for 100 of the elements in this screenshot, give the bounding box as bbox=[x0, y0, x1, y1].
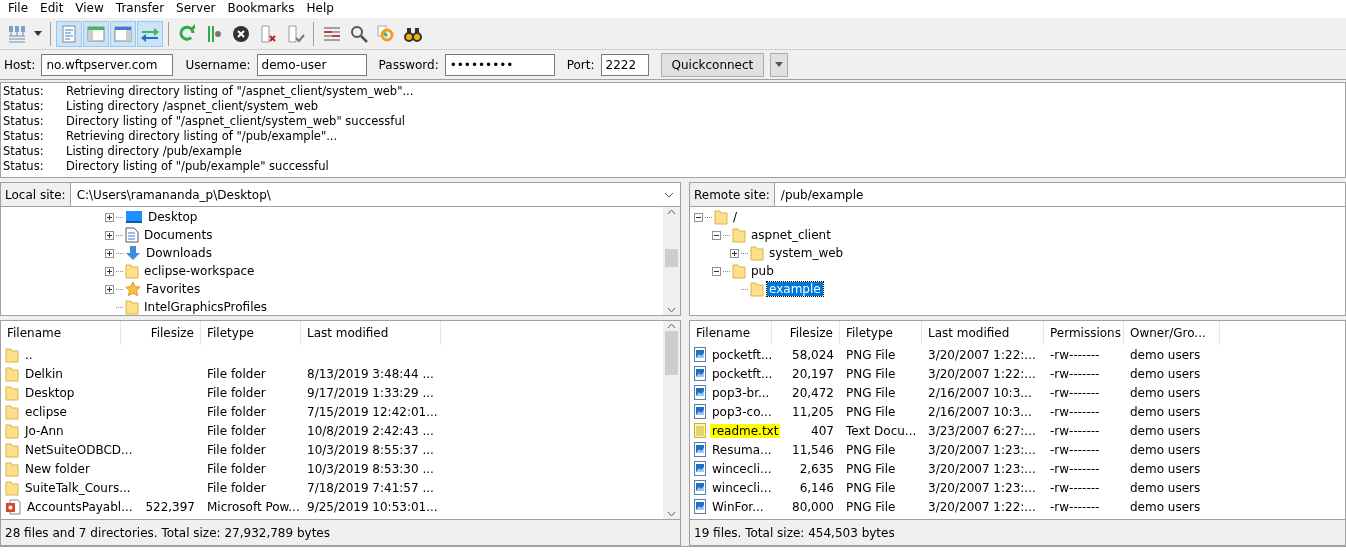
file-name[interactable]: eclipse bbox=[23, 404, 69, 419]
scroll-down-icon[interactable] bbox=[667, 511, 676, 517]
table-cell-text: 10/3/2019 8:53:30 ... bbox=[306, 461, 435, 476]
table-cell-text: 11,546 bbox=[791, 442, 835, 457]
menu-item[interactable]: Help bbox=[300, 0, 340, 18]
table-cell-text: 10/8/2019 2:42:43 ... bbox=[306, 423, 435, 438]
field-label: Password: bbox=[378, 57, 439, 72]
collapse-icon[interactable] bbox=[712, 266, 721, 276]
quickconnect-button[interactable]: Quickconnect bbox=[660, 52, 765, 77]
tree-item[interactable]: aspnet_client bbox=[749, 228, 833, 242]
column-header[interactable]: Filesize bbox=[121, 321, 201, 345]
log-message: Listing directory /aspnet_client/system_web bbox=[66, 99, 319, 114]
cancel-icon bbox=[231, 23, 251, 44]
file-name[interactable]: WinFor... bbox=[710, 499, 766, 514]
scroll-thumb[interactable] bbox=[665, 249, 678, 267]
menu-item[interactable]: Edit bbox=[34, 0, 70, 18]
scroll-up-icon[interactable] bbox=[667, 323, 676, 329]
image-file-icon bbox=[694, 442, 706, 457]
tree-item[interactable]: Favorites bbox=[144, 282, 203, 296]
sync-icon bbox=[376, 23, 396, 44]
tree-item[interactable]: Documents bbox=[142, 228, 215, 242]
menu-item[interactable]: File bbox=[2, 0, 35, 18]
file-name[interactable]: Desktop bbox=[23, 385, 77, 400]
tree-item[interactable]: Downloads bbox=[144, 246, 214, 260]
file-name[interactable]: AccountsPayabl... bbox=[25, 499, 135, 514]
table-cell-text: -rw------- bbox=[1049, 461, 1101, 476]
table-cell-text: 20,472 bbox=[791, 385, 835, 400]
file-name[interactable]: New folder bbox=[23, 461, 92, 476]
file-name[interactable]: wincecli... bbox=[710, 461, 774, 476]
scroll-down-icon[interactable] bbox=[667, 307, 676, 313]
file-name[interactable]: Resuma... bbox=[710, 442, 774, 457]
scrollbar[interactable] bbox=[663, 321, 680, 519]
scrollbar[interactable] bbox=[663, 207, 680, 315]
expand-icon[interactable] bbox=[105, 248, 114, 258]
log-message: Retrieving directory listing of "/aspnet_client/system_web"... bbox=[66, 84, 414, 99]
username-field[interactable]: demo-user bbox=[256, 53, 367, 76]
file-name[interactable]: Delkin bbox=[23, 366, 65, 381]
dropdown-button[interactable] bbox=[770, 52, 789, 77]
file-name[interactable]: wincecli... bbox=[710, 480, 774, 495]
column-header[interactable]: Filename bbox=[690, 321, 772, 345]
expand-icon[interactable] bbox=[730, 248, 739, 258]
log-label: Status: bbox=[3, 159, 45, 174]
presentation-file-icon bbox=[5, 498, 21, 515]
menu-item[interactable]: View bbox=[69, 0, 110, 18]
tree-item[interactable]: eclipse-workspace bbox=[142, 264, 257, 278]
table-cell-text: File folder bbox=[206, 423, 267, 438]
column-header[interactable]: Last modified bbox=[922, 321, 1044, 345]
column-header[interactable]: Filetype bbox=[201, 321, 301, 345]
table-cell-text: File folder bbox=[206, 404, 267, 419]
file-name[interactable]: SuiteTalk_Cours... bbox=[23, 480, 133, 495]
image-file-icon bbox=[694, 366, 706, 381]
tree-item[interactable]: Desktop bbox=[146, 210, 200, 224]
host-field[interactable]: no.wftpserver.com bbox=[41, 53, 174, 76]
table-cell-text: 9/17/2019 1:33:29 ... bbox=[306, 385, 435, 400]
tree-item[interactable]: system_web bbox=[767, 246, 846, 260]
column-header[interactable]: Permissions bbox=[1044, 321, 1124, 345]
file-name[interactable]: pop3-co... bbox=[710, 404, 774, 419]
table-cell-text: -rw------- bbox=[1049, 499, 1101, 514]
table-cell-text: -rw------- bbox=[1049, 423, 1101, 438]
table-cell-text: -rw------- bbox=[1049, 347, 1101, 362]
file-name[interactable]: readme.txt bbox=[710, 423, 781, 438]
menu-item[interactable]: Server bbox=[170, 0, 222, 18]
menu-item[interactable]: Transfer bbox=[109, 0, 171, 18]
column-header[interactable]: Filesize bbox=[772, 321, 840, 345]
file-name[interactable]: NetSuiteODBCD... bbox=[23, 442, 135, 457]
table-cell-text: 10/3/2019 8:55:37 ... bbox=[306, 442, 435, 457]
scroll-thumb[interactable] bbox=[665, 331, 678, 375]
file-name[interactable]: pocketft... bbox=[710, 347, 775, 362]
expand-icon[interactable] bbox=[105, 212, 114, 222]
column-header[interactable]: Owner/Gro... bbox=[1124, 321, 1220, 345]
collapse-icon[interactable] bbox=[694, 212, 703, 222]
expand-icon[interactable] bbox=[105, 266, 114, 276]
expand-icon[interactable] bbox=[105, 284, 114, 294]
file-name[interactable]: pocketft... bbox=[710, 366, 775, 381]
table-cell-text: -rw------- bbox=[1049, 404, 1101, 419]
port-field[interactable]: 2222 bbox=[600, 53, 649, 76]
file-name[interactable]: Jo-Ann bbox=[23, 423, 66, 438]
image-file-icon bbox=[694, 347, 706, 362]
column-header[interactable]: Filetype bbox=[840, 321, 922, 345]
column-header[interactable]: Filename bbox=[1, 321, 121, 345]
log-label: Status: bbox=[3, 144, 45, 159]
column-header[interactable]: Last modified bbox=[301, 321, 441, 345]
folder-icon bbox=[5, 460, 19, 477]
password-field[interactable]: ••••••••• bbox=[444, 53, 555, 76]
menu-item[interactable]: Bookmarks bbox=[221, 0, 301, 18]
reconnect-icon bbox=[285, 23, 305, 44]
collapse-icon[interactable] bbox=[712, 230, 721, 240]
tree-item[interactable]: example bbox=[767, 282, 823, 296]
folder-icon bbox=[5, 384, 19, 401]
table-cell-text: PNG File bbox=[845, 499, 897, 514]
file-name[interactable]: pop3-br... bbox=[710, 385, 772, 400]
table-cell-text: File folder bbox=[206, 461, 267, 476]
file-name[interactable]: .. bbox=[23, 347, 35, 362]
tree-item[interactable]: pub bbox=[749, 264, 776, 278]
expand-icon[interactable] bbox=[105, 230, 114, 240]
folder-icon bbox=[5, 403, 19, 420]
tree-item[interactable]: IntelGraphicsProfiles bbox=[142, 300, 270, 314]
table-cell-text: 9/25/2019 10:53:01... bbox=[306, 499, 439, 514]
tree-item[interactable]: / bbox=[731, 210, 740, 224]
scroll-up-icon[interactable] bbox=[667, 209, 676, 215]
